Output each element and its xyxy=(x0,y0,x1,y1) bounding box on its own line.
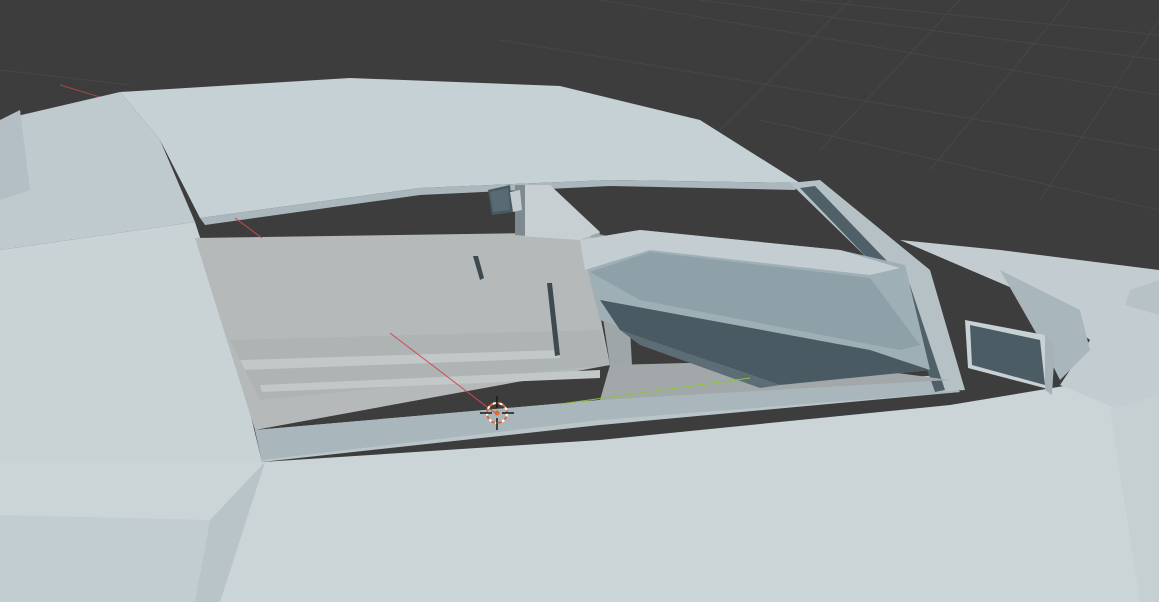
viewport-scene[interactable] xyxy=(0,0,1159,602)
3d-viewport[interactable] xyxy=(0,0,1159,602)
